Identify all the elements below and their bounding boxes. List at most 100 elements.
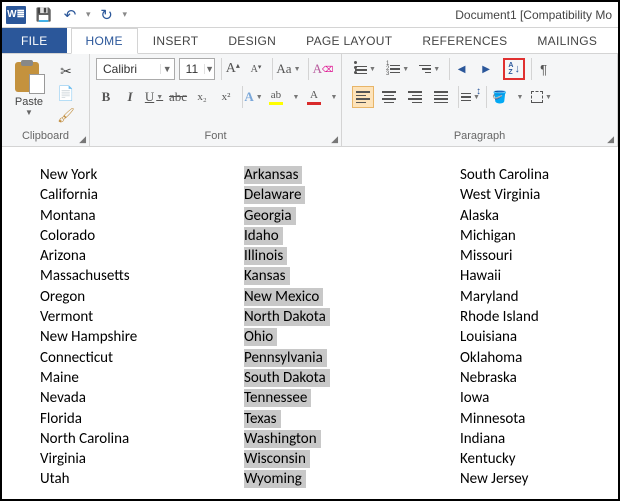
chevron-down-icon: ▼ (204, 64, 214, 74)
tab-references[interactable]: REFERENCES (407, 28, 522, 54)
bold-button[interactable]: B (96, 86, 116, 108)
tab-mailings[interactable]: MAILINGS (522, 28, 612, 54)
group-font: Calibri ▼ 11 ▼ A▴ A▾ Aa▼ A⌫ B (90, 54, 342, 146)
text-line: New Mexico (244, 287, 460, 307)
selected-text: North Dakota (244, 308, 330, 326)
text-line: Washington (244, 429, 460, 449)
paste-icon (15, 60, 43, 94)
selected-text: Delaware (244, 186, 305, 204)
tab-file[interactable]: FILE (2, 28, 67, 54)
align-left-button[interactable] (352, 86, 374, 108)
text-line: Idaho (244, 226, 460, 246)
text-line: Alaska (460, 206, 549, 226)
bullets-button[interactable]: ▼ (352, 58, 379, 80)
change-case-button[interactable]: Aa▼ (272, 58, 302, 80)
qat-dropdown-icon[interactable]: ▾ (86, 9, 91, 20)
decrease-indent-button[interactable]: ◀ (449, 58, 471, 80)
superscript-button[interactable]: x² (216, 86, 236, 108)
text-line: Kentucky (460, 449, 549, 469)
shading-button[interactable]: 🪣 (486, 86, 510, 108)
text-line: Maryland (460, 287, 549, 307)
paragraph-launcher-icon[interactable]: ◢ (607, 134, 614, 145)
subscript-button[interactable]: x₂ (192, 86, 212, 108)
text-line: Ohio (244, 327, 460, 347)
numbering-button[interactable]: 123 ▼ (383, 58, 412, 80)
font-size-combo[interactable]: 11 ▼ (179, 58, 215, 80)
document-area[interactable]: New YorkCaliforniaMontanaColoradoArizona… (2, 147, 618, 490)
group-font-label: Font ◢ (90, 130, 341, 146)
selected-text: Georgia (244, 207, 296, 225)
font-launcher-icon[interactable]: ◢ (331, 134, 338, 145)
shrink-font-button[interactable]: A▾ (246, 58, 266, 80)
highlight-button[interactable]: ab (266, 86, 286, 108)
increase-indent-button[interactable]: ▶ (475, 58, 497, 80)
grow-font-button[interactable]: A▴ (221, 58, 242, 80)
text-line: New York (40, 165, 244, 185)
selected-text: South Dakota (244, 369, 330, 387)
selected-text: Tennessee (244, 389, 311, 407)
multilevel-list-button[interactable]: ▼ (416, 58, 443, 80)
cut-button[interactable]: ✂ (56, 62, 76, 80)
tab-design[interactable]: DESIGN (213, 28, 291, 54)
align-justify-button[interactable] (430, 86, 452, 108)
clear-formatting-button[interactable]: A⌫ (308, 58, 335, 80)
italic-button[interactable]: I (120, 86, 140, 108)
title-bar: W≣ 💾 ↶ ▾ ↻ ▾ Document1 [Compatibility Mo (2, 2, 618, 28)
group-clipboard: Paste ▼ ✂ 📄 🖌 Clipboard ◢ (2, 54, 90, 146)
text-line: Georgia (244, 206, 460, 226)
text-line: Connecticut (40, 348, 244, 368)
text-column-2: Arkansas Delaware Georgia Idaho Illinois Kans… (244, 165, 460, 490)
text-line: Michigan (460, 226, 549, 246)
align-right-button[interactable] (404, 86, 426, 108)
strikethrough-button[interactable]: abc (168, 86, 188, 108)
text-column-3: South CarolinaWest VirginiaAlaskaMichiga… (460, 165, 549, 490)
selected-text: Illinois (244, 247, 287, 265)
shading-dropdown-icon[interactable]: ▼ (514, 86, 524, 108)
text-line: North Dakota (244, 307, 460, 327)
save-button[interactable]: 💾 (34, 5, 54, 25)
selected-text: Ohio (244, 328, 277, 346)
selected-text: Kansas (244, 267, 290, 285)
selected-text: New Mexico (244, 288, 323, 306)
text-line: Louisiana (460, 327, 549, 347)
highlight-dropdown-icon[interactable]: ▼ (290, 86, 300, 108)
copy-button[interactable]: 📄 (56, 84, 76, 102)
paste-dropdown-icon[interactable]: ▼ (25, 108, 33, 117)
selected-text: Wyoming (244, 470, 306, 488)
borders-button[interactable]: ▼ (528, 86, 555, 108)
group-clipboard-label: Clipboard ◢ (2, 130, 89, 146)
line-spacing-button[interactable]: ↕▼ (458, 86, 480, 108)
font-color-button[interactable]: A (304, 86, 324, 108)
format-painter-button[interactable]: 🖌 (56, 106, 76, 124)
clipboard-launcher-icon[interactable]: ◢ (79, 134, 86, 145)
redo-button[interactable]: ↻ (97, 5, 117, 25)
text-line: Wisconsin (244, 449, 460, 469)
text-line: South Carolina (460, 165, 549, 185)
tab-page-layout[interactable]: PAGE LAYOUT (291, 28, 407, 54)
text-line: Iowa (460, 388, 549, 408)
paste-button[interactable]: Paste ▼ (8, 60, 50, 117)
text-line: California (40, 185, 244, 205)
text-line: Kansas (244, 266, 460, 286)
text-line: Colorado (40, 226, 244, 246)
show-hide-button[interactable]: ¶ (531, 58, 553, 80)
text-line: Vermont (40, 307, 244, 327)
quick-access-toolbar: 💾 ↶ ▾ ↻ ▾ (34, 5, 127, 25)
text-effects-button[interactable]: A▼ (242, 86, 262, 108)
text-line: Pennsylvania (244, 348, 460, 368)
window-title: Document1 [Compatibility Mo (127, 8, 618, 22)
text-line: Rhode Island (460, 307, 549, 327)
underline-button[interactable]: U▼ (144, 86, 164, 108)
tab-insert[interactable]: INSERT (138, 28, 214, 54)
align-center-button[interactable] (378, 86, 400, 108)
undo-button[interactable]: ↶ (60, 5, 80, 25)
selected-text: Idaho (244, 227, 283, 245)
text-line: Utah (40, 469, 244, 489)
tab-home[interactable]: HOME (71, 28, 138, 54)
group-paragraph-label: Paragraph ◢ (342, 130, 617, 146)
sort-button[interactable]: AZ ↓ (503, 58, 525, 80)
font-name-combo[interactable]: Calibri ▼ (96, 58, 175, 80)
selected-text: Arkansas (244, 166, 302, 184)
text-line: New Jersey (460, 469, 549, 489)
font-color-dropdown-icon[interactable]: ▼ (328, 86, 338, 108)
